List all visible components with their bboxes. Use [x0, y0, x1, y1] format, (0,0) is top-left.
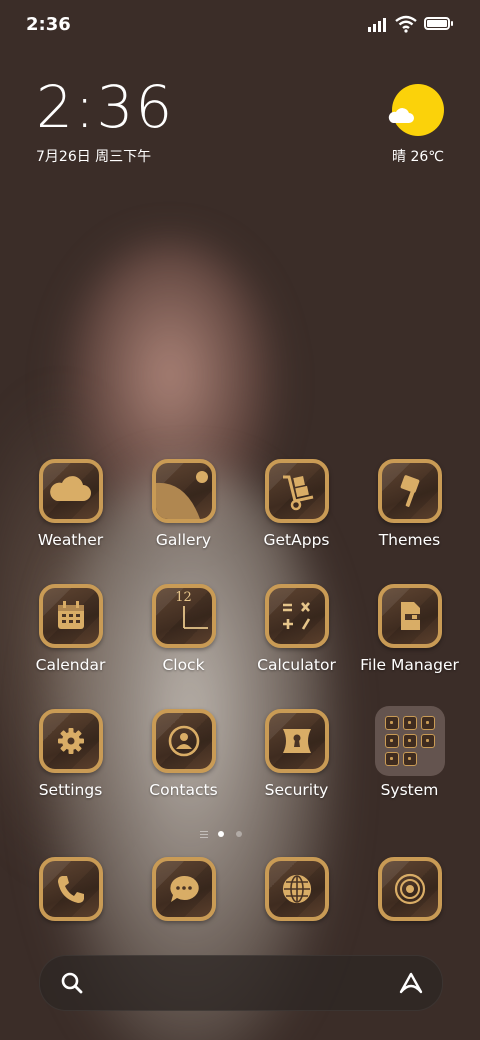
folder-grid-icon	[374, 706, 445, 776]
app-label: Calendar	[35, 656, 106, 674]
app-calculator[interactable]: Calculator	[240, 584, 353, 674]
app-label: GetApps	[263, 531, 330, 549]
app-getapps[interactable]: GetApps	[240, 459, 353, 549]
dock-camera[interactable]	[353, 857, 466, 921]
calendar-icon	[38, 584, 103, 648]
globe-icon	[264, 857, 329, 921]
app-label: File Manager	[360, 656, 459, 674]
page-dot	[236, 831, 242, 837]
hand-truck-icon	[264, 459, 329, 523]
app-label: Themes	[378, 531, 441, 549]
message-icon	[151, 857, 216, 921]
signal-icon	[368, 18, 386, 32]
cloud-icon	[38, 459, 103, 523]
app-label: Clock	[162, 656, 205, 674]
assistant-icon[interactable]	[398, 971, 424, 995]
app-label: Contacts	[149, 781, 218, 799]
app-weather[interactable]: Weather	[14, 459, 127, 549]
dock-messages[interactable]	[127, 857, 240, 921]
clock-face-icon: 12	[151, 584, 216, 648]
app-calendar[interactable]: Calendar	[14, 584, 127, 674]
widget-date: 7月26日 周三下午	[36, 149, 152, 165]
status-time: 2:36	[26, 14, 71, 35]
gallery-icon	[151, 459, 216, 523]
widget-time: 2:36	[36, 73, 175, 141]
app-gallery[interactable]: Gallery	[127, 459, 240, 549]
status-bar: 2:36	[0, 0, 480, 50]
app-clock[interactable]: 12 Clock	[127, 584, 240, 674]
app-security[interactable]: Security	[240, 709, 353, 799]
camera-icon	[377, 857, 442, 921]
weather-widget[interactable]: 晴 26℃	[364, 84, 444, 174]
app-label: System	[380, 781, 439, 799]
page-indicator[interactable]	[0, 829, 480, 841]
app-label: Security	[264, 781, 329, 799]
page-dot-active	[218, 831, 224, 837]
clock-widget[interactable]: 2:36 7月26日 周三下午	[36, 78, 174, 166]
app-themes[interactable]: Themes	[353, 459, 466, 549]
app-file-manager[interactable]: File Manager	[353, 584, 466, 674]
weather-text: 晴 26℃	[392, 149, 444, 165]
paint-brush-icon	[377, 459, 442, 523]
app-contacts[interactable]: Contacts	[127, 709, 240, 799]
menu-lines-icon	[200, 831, 208, 840]
small-cloud-icon	[388, 108, 414, 123]
shield-lock-icon	[264, 709, 329, 773]
app-settings[interactable]: Settings	[14, 709, 127, 799]
app-label: Weather	[37, 531, 104, 549]
dock-phone[interactable]	[14, 857, 127, 921]
battery-icon	[424, 17, 450, 30]
person-icon	[151, 709, 216, 773]
dock-browser[interactable]	[240, 857, 353, 921]
search-bar[interactable]	[39, 955, 443, 1011]
calculator-icon	[264, 584, 329, 648]
app-label: Gallery	[155, 531, 212, 549]
phone-icon	[38, 857, 103, 921]
gear-icon	[38, 709, 103, 773]
search-icon[interactable]	[60, 971, 84, 995]
folder-file-icon	[377, 584, 442, 648]
wifi-icon	[395, 15, 417, 33]
app-system-folder[interactable]: System	[353, 706, 466, 799]
app-label: Calculator	[257, 656, 336, 674]
app-label: Settings	[38, 781, 103, 799]
